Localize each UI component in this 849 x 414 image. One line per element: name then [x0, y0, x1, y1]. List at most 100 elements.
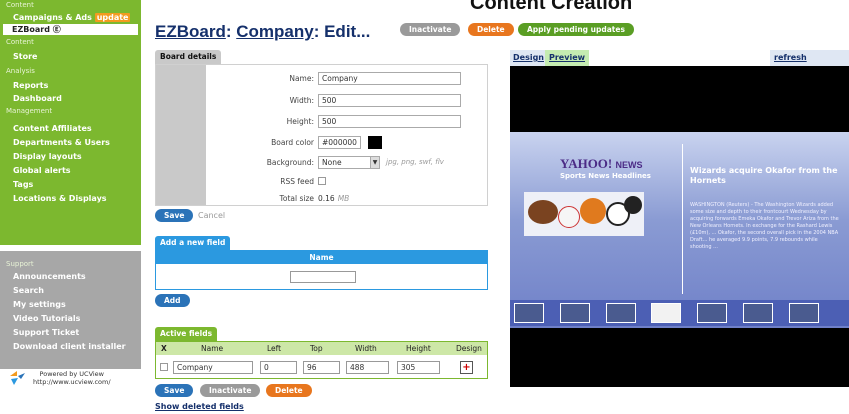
tab-add-new-field[interactable]: Add a new field — [155, 236, 231, 250]
panel-strip — [156, 65, 206, 205]
tab-design[interactable]: Design — [510, 50, 547, 66]
baseball-icon — [558, 206, 580, 228]
sidebar-item-display-layouts[interactable]: Display layouts — [0, 151, 141, 162]
apply-pending-updates-button[interactable]: Apply pending updates — [518, 23, 634, 36]
tab-active-fields[interactable]: Active fields — [155, 327, 218, 341]
row-top-input[interactable]: 96 — [303, 361, 340, 374]
thumbnail[interactable] — [606, 303, 636, 323]
board-preview: YAHOO! NEWS Sports News Headlines Wizard… — [510, 66, 849, 387]
active-fields-panel: X Name Left Top Width Height Design Comp… — [155, 341, 488, 379]
background-hint: jpg, png, swf, flv — [386, 158, 444, 166]
add-field-panel: Name — [155, 250, 488, 290]
basketball-icon — [580, 198, 606, 224]
sidebar: Content Campaigns & Ads update EZBoard Ⓔ… — [0, 0, 141, 414]
thumbnail-strip — [510, 300, 849, 326]
thumbnail[interactable] — [514, 303, 544, 323]
header-delete-button[interactable]: Delete — [468, 23, 514, 36]
design-plus-icon[interactable]: + — [460, 361, 473, 374]
yahoo-news-logo: YAHOO! NEWS — [560, 156, 643, 172]
width-label: Width: — [289, 96, 314, 105]
rss-checkbox[interactable] — [318, 177, 326, 185]
board-details-panel: Name: Company Width: 500 Height: 500 Boa… — [155, 64, 488, 206]
sports-subtitle: Sports News Headlines — [560, 172, 651, 180]
sidebar-main: Content Campaigns & Ads update EZBoard Ⓔ… — [0, 0, 141, 245]
width-input[interactable]: 500 — [318, 94, 461, 107]
sidebar-item-announcements[interactable]: Announcements — [0, 271, 141, 282]
preview-divider — [682, 144, 683, 294]
total-size-row: Total size 0.16 MB — [206, 191, 488, 208]
refresh-preview-link[interactable]: refresh preview — [770, 50, 849, 78]
col-height: Height — [406, 344, 431, 353]
active-fields-header: X Name Left Top Width Height Design — [156, 342, 487, 355]
tab-board-details[interactable]: Board details — [155, 50, 222, 64]
sidebar-item-video-tutorials[interactable]: Video Tutorials — [0, 313, 141, 324]
show-deleted-fields-link[interactable]: Show deleted fields — [155, 402, 244, 411]
thumbnail[interactable] — [697, 303, 727, 323]
fields-delete-button[interactable]: Delete — [266, 384, 312, 397]
new-field-name-input[interactable] — [290, 271, 356, 283]
sidebar-item-content-affiliates[interactable]: Content Affiliates — [0, 123, 141, 134]
sidebar-item-dashboard[interactable]: Dashboard — [0, 93, 141, 104]
row-width-input[interactable]: 488 — [346, 361, 389, 374]
ucview-logo-icon — [10, 371, 25, 385]
news-logo-text: NEWS — [615, 160, 643, 170]
row-left-input[interactable]: 0 — [260, 361, 297, 374]
row-select-checkbox[interactable] — [160, 363, 168, 371]
thumbnail-selected[interactable] — [651, 303, 681, 323]
tab-preview[interactable]: Preview — [545, 50, 590, 66]
col-top: Top — [310, 344, 323, 353]
sidebar-section-content: Content — [6, 1, 34, 9]
board-color-input[interactable]: #000000 — [318, 136, 361, 149]
sidebar-item-my-settings[interactable]: My settings — [0, 299, 141, 310]
powered-by[interactable]: Powered by UCView http://www.ucview.com/ — [9, 370, 111, 386]
preview-board-content: YAHOO! NEWS Sports News Headlines Wizard… — [510, 132, 849, 328]
background-select[interactable]: None ▼ — [318, 156, 380, 169]
sidebar-item-campaigns[interactable]: Campaigns & Ads update — [0, 12, 141, 23]
sidebar-item-reports[interactable]: Reports — [0, 80, 141, 91]
sidebar-item-store[interactable]: Store — [0, 51, 141, 62]
header-inactivate-button[interactable]: Inactivate — [400, 23, 461, 36]
row-name-input[interactable]: Company — [173, 361, 253, 374]
table-row: Company 0 96 488 305 + — [156, 359, 487, 375]
rss-label: RSS feed — [280, 177, 314, 186]
board-color-label: Board color — [271, 138, 314, 147]
add-field-button[interactable]: Add — [155, 294, 190, 307]
sidebar-item-global-alerts[interactable]: Global alerts — [0, 165, 141, 176]
page-banner: Content Creation — [470, 0, 633, 14]
page-title: EZBoard: Company: Edit... — [155, 22, 371, 41]
thumbnail[interactable] — [560, 303, 590, 323]
fields-inactivate-button[interactable]: Inactivate — [200, 384, 261, 397]
board-color-row: Board color #000000 — [206, 135, 488, 152]
sidebar-section-support: Support — [6, 260, 34, 268]
board-cancel-link[interactable]: Cancel — [198, 211, 225, 220]
width-row: Width: 500 — [206, 93, 488, 110]
rss-row: RSS feed — [206, 174, 488, 191]
sidebar-item-locations[interactable]: Locations & Displays — [0, 193, 141, 204]
color-swatch[interactable] — [368, 136, 382, 149]
name-label: Name: — [289, 74, 314, 83]
board-save-button[interactable]: Save — [155, 209, 194, 222]
name-input[interactable]: Company — [318, 72, 461, 85]
sidebar-item-ezboard[interactable]: EZBoard Ⓔ — [3, 24, 138, 35]
title-company-link[interactable]: Company — [236, 22, 313, 41]
name-row: Name: Company — [206, 71, 488, 88]
col-design: Design — [456, 344, 482, 353]
chevron-down-icon: ▼ — [370, 157, 379, 168]
sidebar-support: Support Announcements Search My settings… — [0, 251, 141, 369]
news-headline: Wizards acquire Okafor from the Hornets — [690, 166, 838, 185]
thumbnail[interactable] — [789, 303, 819, 323]
fields-save-button[interactable]: Save — [155, 384, 194, 397]
sidebar-item-departments[interactable]: Departments & Users — [0, 137, 141, 148]
powered-by-url[interactable]: http://www.ucview.com/ — [33, 378, 111, 386]
thumbnail[interactable] — [743, 303, 773, 323]
football-icon — [528, 200, 558, 224]
sidebar-item-support-ticket[interactable]: Support Ticket — [0, 327, 141, 338]
title-ezboard-link[interactable]: EZBoard — [155, 22, 226, 41]
sidebar-item-tags[interactable]: Tags — [0, 179, 141, 190]
row-height-input[interactable]: 305 — [397, 361, 440, 374]
update-badge[interactable]: update — [94, 13, 131, 22]
sidebar-item-search[interactable]: Search — [0, 285, 141, 296]
yahoo-logo-text: YAHOO! — [560, 156, 613, 171]
sidebar-item-download-installer[interactable]: Download client installer — [0, 341, 141, 352]
height-input[interactable]: 500 — [318, 115, 461, 128]
